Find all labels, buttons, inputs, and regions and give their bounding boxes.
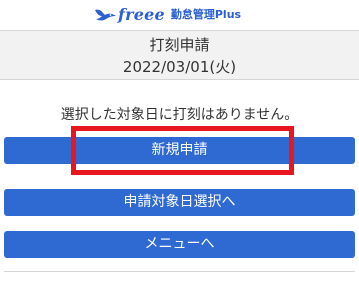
no-stamp-message: 選択した対象日に打刻はありません。 <box>60 107 299 123</box>
target-date: 2022/03/01(火) <box>122 58 237 76</box>
page-title-band: 打刻申請 2022/03/01(火) <box>0 31 359 80</box>
logo-subtitle: 勤怠管理Plus <box>170 8 242 21</box>
screen: freee 勤怠管理Plus 打刻申請 2022/03/01(火) 選択した対象… <box>0 0 359 282</box>
header-bar: freee 勤怠管理Plus <box>0 0 359 31</box>
new-request-button[interactable]: 新規申請 <box>4 137 355 164</box>
logo-wordmark: freee <box>118 5 165 24</box>
logo: freee 勤怠管理Plus <box>92 4 241 26</box>
menu-button[interactable]: メニューへ <box>4 231 355 258</box>
bird-logo-icon <box>95 9 116 21</box>
select-target-date-button[interactable]: 申請対象日選択へ <box>4 189 355 216</box>
page-title: 打刻申請 <box>149 36 210 54</box>
bottom-divider <box>4 271 355 272</box>
